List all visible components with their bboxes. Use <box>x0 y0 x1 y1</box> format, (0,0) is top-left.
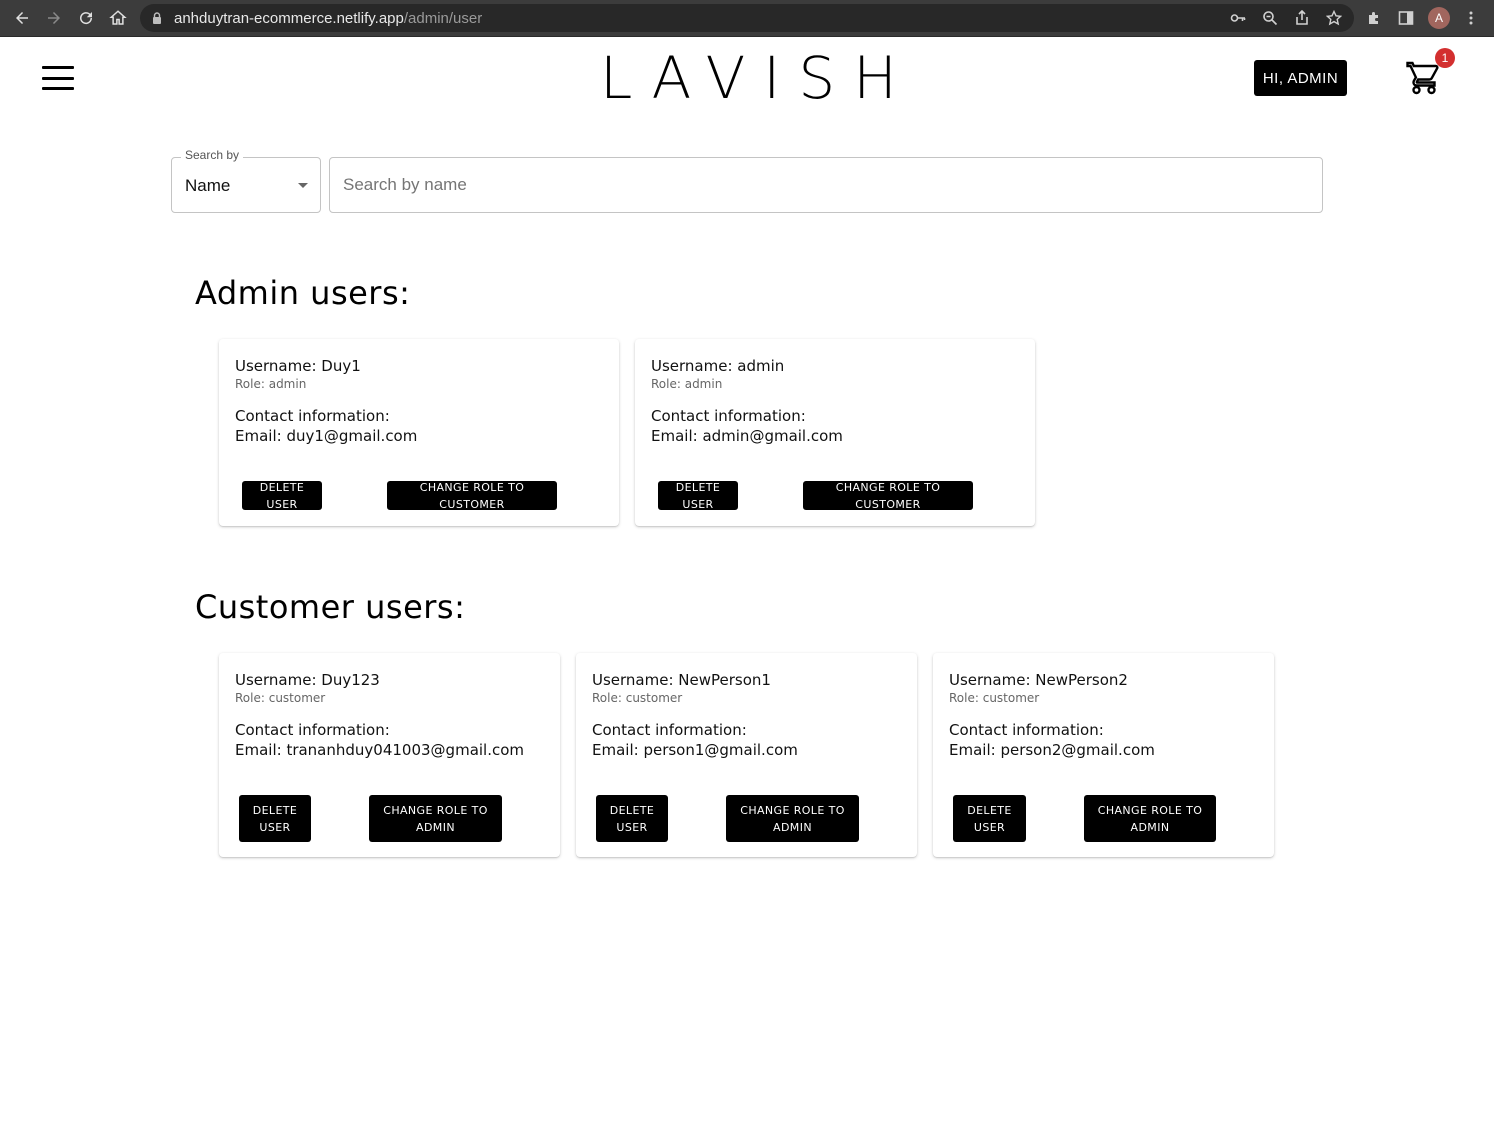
change-role-button[interactable]: CHANGE ROLE TO ADMIN <box>726 795 859 842</box>
username-text: Username: admin <box>651 357 785 375</box>
role-text: Role: customer <box>592 691 683 705</box>
customer-user-card: Username: Duy123 Role: customer Contact … <box>219 653 560 857</box>
admin-users-heading: Admin users: <box>195 274 411 312</box>
customer-user-card: Username: NewPerson1 Role: customer Cont… <box>576 653 917 857</box>
delete-user-button[interactable]: DELETE USER <box>953 795 1026 842</box>
role-text: Role: customer <box>949 691 1040 705</box>
admin-user-card: Username: admin Role: admin Contact info… <box>635 339 1035 526</box>
hamburger-menu-icon[interactable] <box>42 66 74 90</box>
url-path: /admin/user <box>403 10 483 27</box>
email-text: Email: trananhduy041003@gmail.com <box>235 741 525 759</box>
lock-icon <box>153 12 161 24</box>
back-arrow-icon[interactable] <box>10 6 34 30</box>
contact-label: Contact information: <box>592 721 747 739</box>
profile-avatar[interactable]: A <box>1428 7 1450 29</box>
hamburger-line <box>42 76 74 80</box>
search-by-select[interactable]: Name <box>171 157 321 213</box>
share-icon[interactable] <box>1292 8 1312 28</box>
customer-users-heading: Customer users: <box>195 588 466 626</box>
delete-user-button[interactable]: DELETE USER <box>658 481 738 511</box>
bookmark-star-icon[interactable] <box>1324 8 1344 28</box>
extensions-puzzle-icon[interactable] <box>1364 8 1384 28</box>
contact-label: Contact information: <box>235 721 390 739</box>
username-text: Username: NewPerson2 <box>949 671 1128 689</box>
brand-logo[interactable]: LAVISH <box>600 46 897 110</box>
role-text: Role: admin <box>651 377 723 391</box>
username-text: Username: Duy1 <box>235 357 361 375</box>
contact-label: Contact information: <box>235 407 390 425</box>
side-panel-icon[interactable] <box>1396 8 1416 28</box>
url-text: anhduytran-ecommerce.netlify.app/admin/u… <box>174 10 482 27</box>
forward-arrow-icon[interactable] <box>42 6 66 30</box>
delete-user-button[interactable]: DELETE USER <box>596 795 668 842</box>
username-text: Username: NewPerson1 <box>592 671 771 689</box>
dropdown-caret-icon <box>298 183 308 188</box>
username-text: Username: Duy123 <box>235 671 380 689</box>
email-text: Email: person2@gmail.com <box>949 741 1155 759</box>
change-role-button[interactable]: CHANGE ROLE TO ADMIN <box>369 795 502 842</box>
browser-toolbar: anhduytran-ecommerce.netlify.app/admin/u… <box>0 0 1494 37</box>
change-role-button[interactable]: CHANGE ROLE TO CUSTOMER <box>387 481 557 511</box>
role-text: Role: admin <box>235 377 307 391</box>
delete-user-button[interactable]: DELETE USER <box>239 795 311 842</box>
customer-user-card: Username: NewPerson2 Role: customer Cont… <box>933 653 1274 857</box>
change-role-button[interactable]: CHANGE ROLE TO ADMIN <box>1084 795 1216 842</box>
hamburger-line <box>42 87 74 90</box>
hamburger-line <box>42 66 74 69</box>
home-icon[interactable] <box>106 6 130 30</box>
account-button[interactable]: HI, ADMIN <box>1254 60 1347 96</box>
delete-user-button[interactable]: DELETE USER <box>242 481 322 511</box>
search-by-label: Search by <box>181 148 244 162</box>
browser-menu-icon[interactable] <box>1461 8 1481 28</box>
search-by-value: Name <box>185 176 231 195</box>
key-icon[interactable] <box>1228 8 1248 28</box>
admin-user-card: Username: Duy1 Role: admin Contact infor… <box>219 339 619 526</box>
address-bar[interactable]: anhduytran-ecommerce.netlify.app/admin/u… <box>140 4 1354 32</box>
cart-count-badge: 1 <box>1435 48 1455 68</box>
reload-icon[interactable] <box>74 6 98 30</box>
search-input[interactable] <box>329 157 1323 213</box>
role-text: Role: customer <box>235 691 326 705</box>
contact-label: Contact information: <box>651 407 806 425</box>
zoom-icon[interactable] <box>1260 8 1280 28</box>
contact-label: Contact information: <box>949 721 1104 739</box>
change-role-button[interactable]: CHANGE ROLE TO CUSTOMER <box>803 481 973 511</box>
email-text: Email: person1@gmail.com <box>592 741 798 759</box>
url-domain: anhduytran-ecommerce.netlify.app <box>174 10 404 27</box>
email-text: Email: duy1@gmail.com <box>235 427 418 445</box>
email-text: Email: admin@gmail.com <box>651 427 843 445</box>
